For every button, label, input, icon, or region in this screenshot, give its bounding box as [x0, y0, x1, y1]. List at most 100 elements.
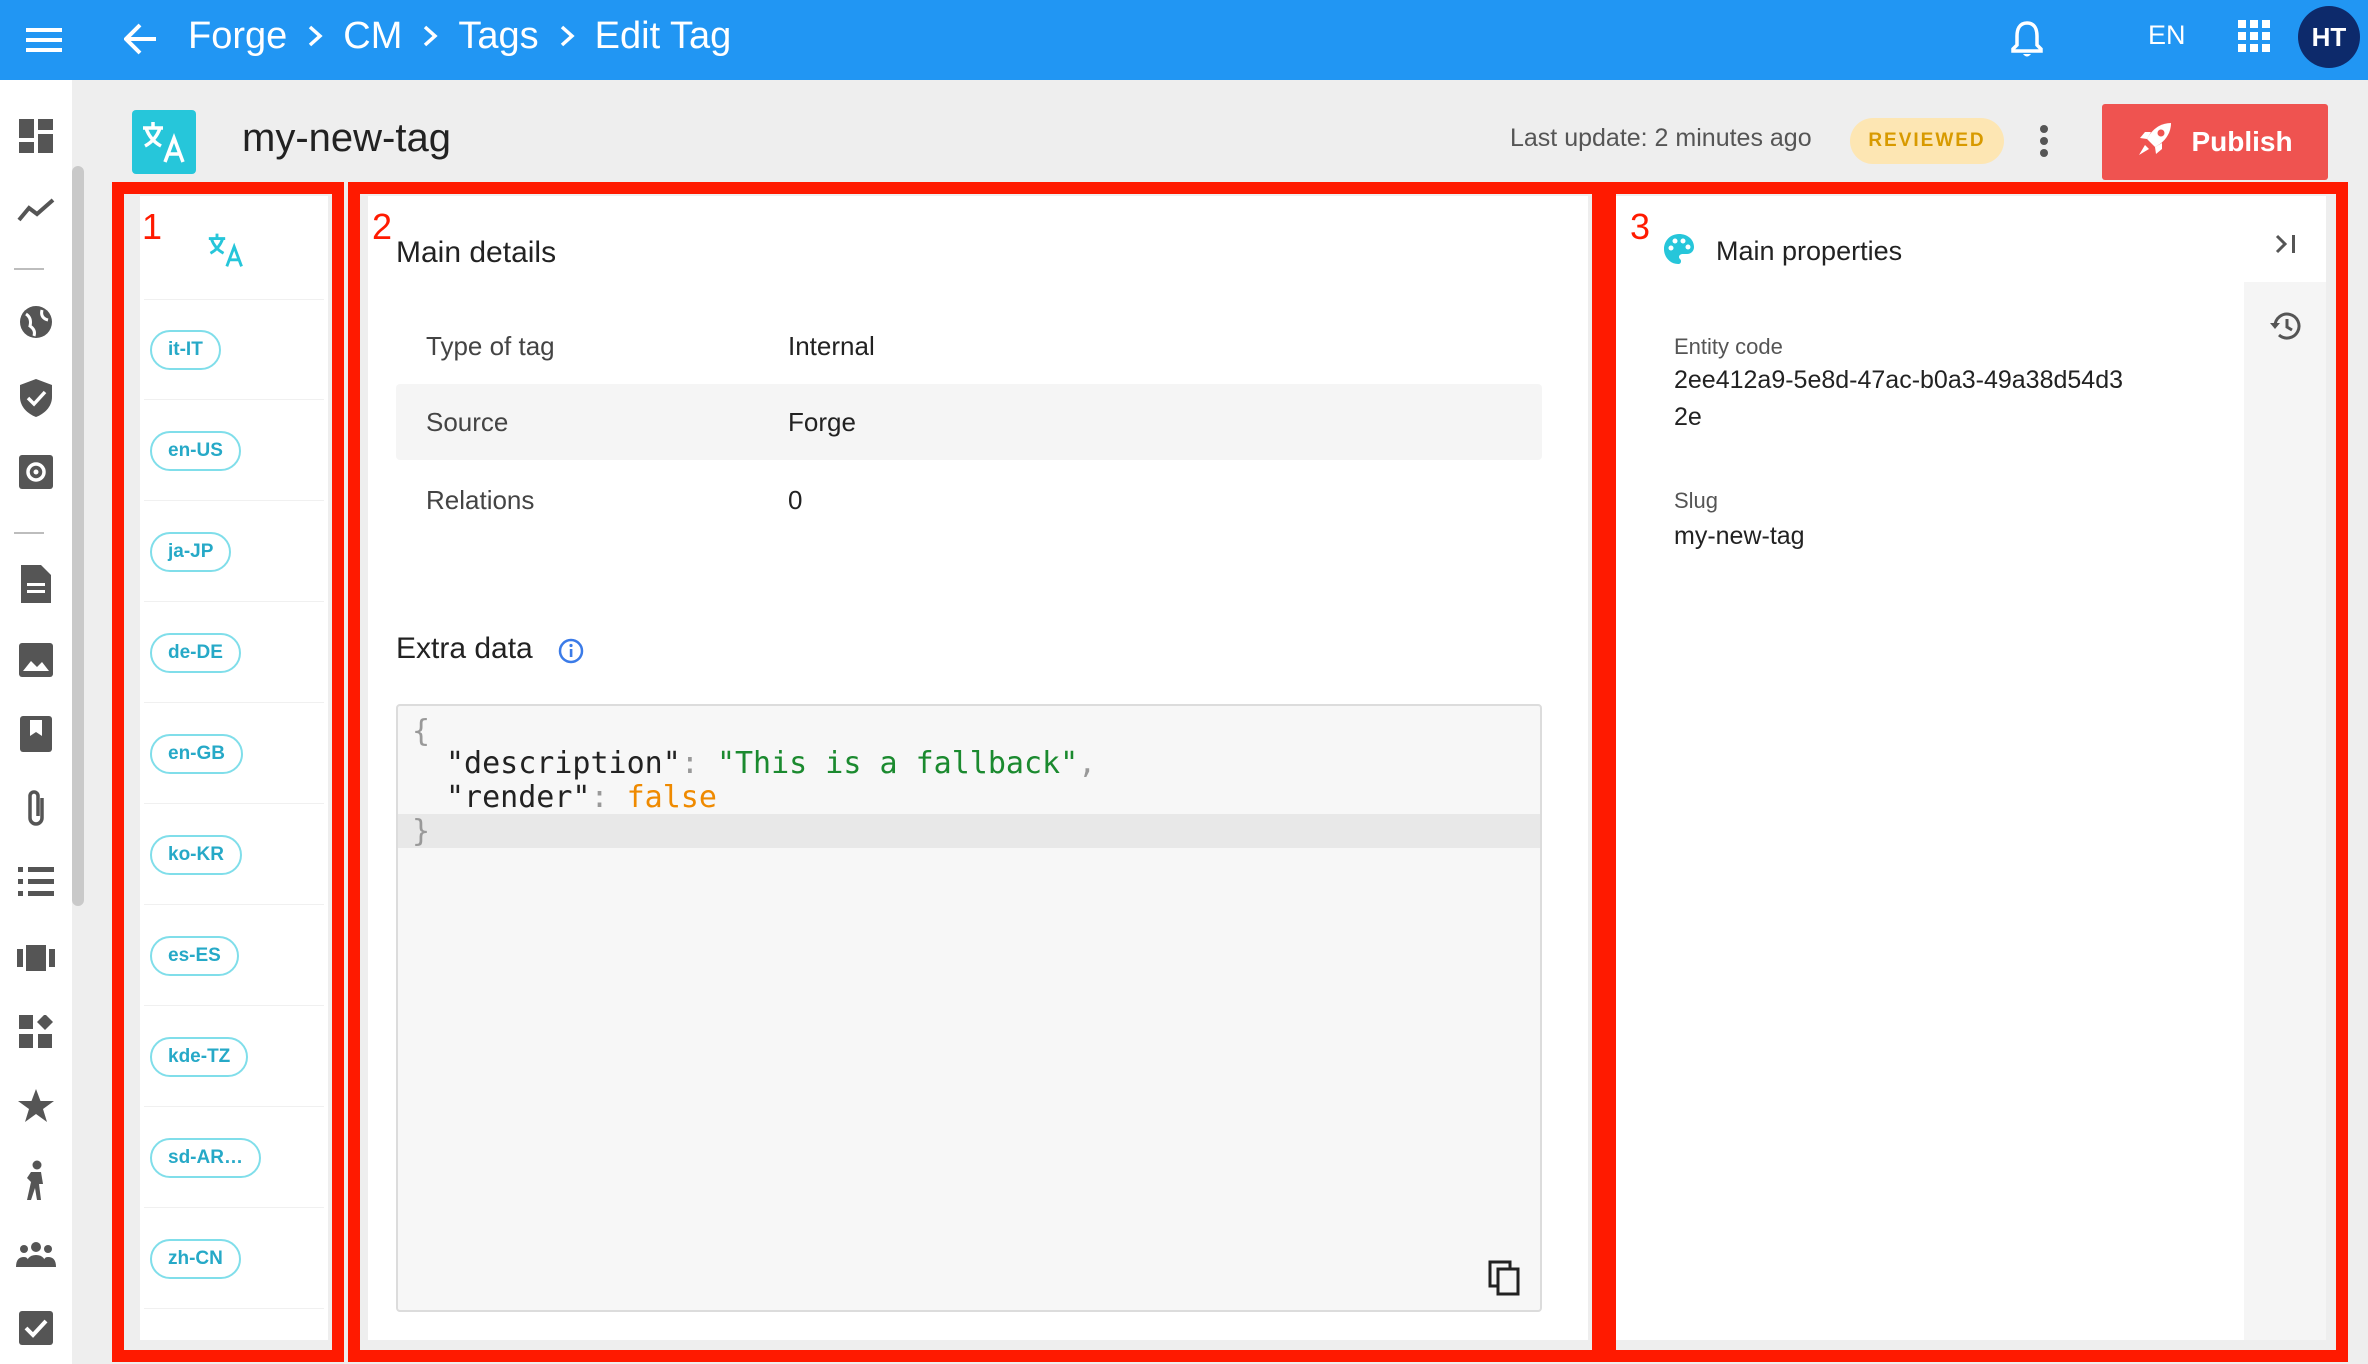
- menu-icon[interactable]: [22, 18, 66, 62]
- detail-value: Internal: [788, 330, 875, 361]
- language-chip[interactable]: it-IT: [150, 330, 221, 370]
- publish-label: Publish: [2191, 126, 2293, 157]
- navigation-rail: [0, 80, 84, 1364]
- language-chip[interactable]: es-ES: [150, 936, 239, 976]
- rail-divider: [14, 532, 44, 534]
- copy-icon[interactable]: [1482, 1256, 1526, 1300]
- collapse-panel-icon[interactable]: [2266, 224, 2306, 264]
- json-key: "description": [446, 745, 681, 781]
- language-item[interactable]: es-ES: [144, 906, 324, 1006]
- settings-icon[interactable]: [16, 452, 56, 492]
- properties-side-strip: [2244, 282, 2326, 1340]
- detail-label: Source: [426, 406, 509, 437]
- entity-code-value: 2ee412a9-5e8d-47ac-b0a3-49a38d54d32e: [1674, 366, 2124, 431]
- json-comma: ,: [1078, 745, 1097, 781]
- rail-divider: [14, 268, 44, 270]
- json-close-brace: }: [412, 813, 431, 849]
- history-icon[interactable]: [2266, 306, 2306, 346]
- language-item[interactable]: kde-TZ: [144, 1007, 324, 1107]
- language-item[interactable]: de-DE: [144, 603, 324, 703]
- json-open-brace: {: [412, 713, 431, 749]
- annotation-number-2: 2: [372, 206, 393, 247]
- widgets-icon[interactable]: [16, 1012, 56, 1052]
- translate-icon: [132, 110, 196, 174]
- detail-row: Type of tag Internal: [396, 308, 1542, 384]
- properties-panel: Main properties Entity code 2ee412a9-5e8…: [1616, 196, 2326, 1340]
- language-chip[interactable]: en-GB: [150, 734, 243, 774]
- detail-row: Source Forge: [396, 384, 1542, 460]
- publish-button[interactable]: Publish: [2102, 104, 2328, 180]
- apps-grid-icon[interactable]: [2232, 14, 2276, 58]
- breadcrumb-edit-tag: Edit Tag: [594, 14, 732, 57]
- breadcrumb-tags[interactable]: Tags: [458, 15, 538, 58]
- language-switcher[interactable]: EN: [2148, 0, 2186, 70]
- document-icon[interactable]: [16, 564, 56, 604]
- image-icon[interactable]: [16, 640, 56, 680]
- rocket-icon: [2137, 121, 2173, 164]
- carousel-icon[interactable]: [16, 938, 56, 978]
- more-options-icon[interactable]: [2024, 116, 2064, 166]
- top-app-bar: Forge CM Tags Edit Tag EN HT: [0, 0, 2368, 80]
- json-value: "This is a fallback": [716, 745, 1079, 781]
- language-item[interactable]: ja-JP: [144, 502, 324, 602]
- main-details-panel: Main details Type of tag Internal Source…: [368, 196, 1588, 1340]
- language-chip[interactable]: kde-TZ: [150, 1037, 249, 1077]
- slug-label: Slug: [1674, 488, 1719, 513]
- person-icon[interactable]: [16, 1160, 56, 1200]
- group-icon[interactable]: [16, 1234, 56, 1274]
- language-chip[interactable]: ja-JP: [150, 532, 232, 572]
- languages-header: [144, 196, 324, 300]
- breadcrumb-forge[interactable]: Forge: [188, 15, 287, 58]
- breadcrumb-cm[interactable]: CM: [343, 15, 402, 58]
- back-arrow-icon[interactable]: [118, 16, 164, 62]
- language-chip[interactable]: ko-KR: [150, 835, 242, 875]
- extra-data-title: Extra data: [396, 632, 533, 665]
- languages-panel: it-IT en-US ja-JP de-DE en-GB ko-KR es-E…: [140, 196, 328, 1340]
- language-item[interactable]: zh-CN: [144, 1209, 324, 1309]
- language-item[interactable]: it-IT: [144, 300, 324, 400]
- language-chip[interactable]: zh-CN: [150, 1239, 241, 1279]
- globe-icon[interactable]: [16, 302, 56, 342]
- language-chip[interactable]: sd-AR…: [150, 1138, 261, 1178]
- slug-value: my-new-tag: [1674, 522, 1805, 550]
- detail-label: Type of tag: [426, 330, 555, 361]
- notification-bell-icon[interactable]: [2002, 14, 2052, 64]
- breadcrumb: Forge CM Tags Edit Tag: [188, 0, 731, 72]
- dashboard-icon[interactable]: [16, 116, 56, 156]
- language-item[interactable]: en-US: [144, 401, 324, 501]
- list-icon[interactable]: [16, 862, 56, 902]
- language-chip[interactable]: en-US: [150, 431, 241, 471]
- main-details-title: Main details: [396, 236, 557, 269]
- bookmark-icon[interactable]: [16, 714, 56, 754]
- entity-code-label: Entity code: [1674, 334, 1783, 359]
- analytics-icon[interactable]: [16, 190, 56, 230]
- json-editor[interactable]: { "description": "This is a fallback", "…: [396, 704, 1542, 1312]
- last-update-text: Last update: 2 minutes ago: [1510, 124, 1812, 152]
- detail-row: Relations 0: [396, 462, 1542, 538]
- language-item[interactable]: sd-AR…: [144, 1108, 324, 1208]
- detail-value: Forge: [788, 406, 856, 437]
- json-value: false: [626, 779, 717, 815]
- checkbox-icon[interactable]: [16, 1308, 56, 1348]
- chevron-right-icon: [422, 25, 439, 47]
- star-icon[interactable]: [16, 1086, 56, 1126]
- avatar[interactable]: HT: [2298, 6, 2360, 68]
- language-item[interactable]: en-GB: [144, 704, 324, 804]
- chevron-right-icon: [559, 25, 575, 47]
- json-key: "render": [446, 779, 591, 815]
- rail-scrollbar[interactable]: [72, 166, 84, 906]
- annotation-number-3: 3: [1630, 206, 1651, 247]
- attachment-icon[interactable]: [16, 788, 56, 828]
- language-chip[interactable]: de-DE: [150, 633, 241, 673]
- palette-icon: [1662, 232, 1696, 266]
- status-badge: REVIEWED: [1850, 118, 2004, 164]
- shield-check-icon[interactable]: [16, 378, 56, 418]
- chevron-right-icon: [307, 25, 323, 47]
- main-properties-title: Main properties: [1716, 236, 1903, 266]
- page-title: my-new-tag: [242, 116, 451, 160]
- detail-label: Relations: [426, 484, 535, 515]
- language-item[interactable]: ko-KR: [144, 805, 324, 905]
- annotation-number-1: 1: [142, 206, 163, 247]
- detail-value: 0: [788, 484, 803, 515]
- info-icon[interactable]: [556, 636, 586, 666]
